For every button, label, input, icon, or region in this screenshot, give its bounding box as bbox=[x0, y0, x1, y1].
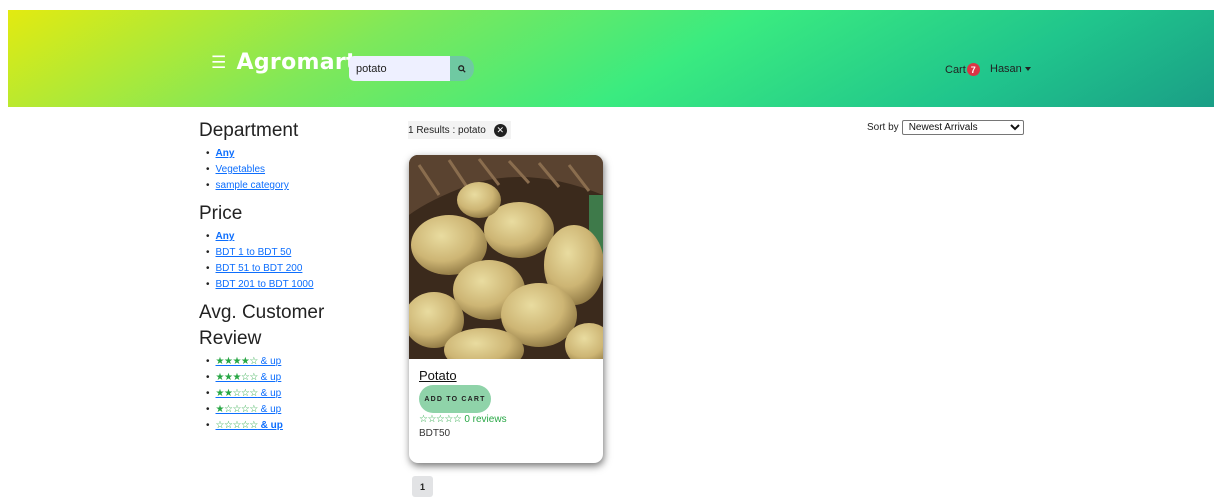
sort-control: Sort by Newest Arrivals bbox=[867, 120, 1024, 135]
star-rating-icon: ★★★☆☆ bbox=[215, 372, 259, 383]
search-input[interactable] bbox=[349, 56, 450, 81]
list-item: Any bbox=[206, 229, 389, 245]
clear-search-icon[interactable]: ✕ bbox=[493, 123, 507, 137]
list-item: sample category bbox=[206, 178, 389, 194]
rating-label: & up bbox=[257, 372, 282, 383]
price-heading: Price bbox=[199, 203, 243, 224]
list-item: Any bbox=[206, 146, 389, 162]
results-text: 1 Results : potato bbox=[408, 124, 486, 136]
department-sample-category-link[interactable]: sample category bbox=[216, 178, 289, 194]
user-name: Hasan bbox=[990, 63, 1022, 75]
caret-down-icon bbox=[1024, 67, 1031, 71]
rating-0-link[interactable]: ☆☆☆☆☆ & up bbox=[216, 418, 283, 434]
list-item: ★☆☆☆☆ & up bbox=[206, 402, 389, 418]
department-vegetables-link[interactable]: Vegetables bbox=[216, 162, 266, 178]
list-item: ★★☆☆☆ & up bbox=[206, 386, 389, 402]
star-rating-icon: ☆☆☆☆☆ bbox=[419, 414, 462, 425]
review-count: 0 reviews bbox=[464, 414, 507, 425]
search-button[interactable] bbox=[450, 56, 474, 81]
search-form bbox=[349, 56, 474, 81]
user-menu[interactable]: Hasan bbox=[990, 63, 1031, 75]
rating-4-link[interactable]: ★★★★☆ & up bbox=[216, 354, 282, 370]
filter-sidebar: Department Any Vegetables sample categor… bbox=[199, 118, 389, 441]
price-51-200-link[interactable]: BDT 51 to BDT 200 bbox=[216, 261, 303, 277]
star-rating-icon: ☆☆☆☆☆ bbox=[215, 420, 259, 431]
cart-count-badge: 7 bbox=[966, 63, 980, 76]
results-summary: 1 Results : potato ✕ bbox=[408, 121, 511, 139]
department-list: Any Vegetables sample category bbox=[206, 146, 389, 194]
list-item: Vegetables bbox=[206, 162, 389, 178]
star-rating-icon: ★★★★☆ bbox=[215, 356, 259, 367]
list-item: ★★★☆☆ & up bbox=[206, 370, 389, 386]
add-to-cart-button[interactable]: ADD TO CART bbox=[419, 385, 491, 413]
product-card-body: Potato ADD TO CART ☆☆☆☆☆ 0 reviews BDT50 bbox=[409, 359, 603, 448]
cart-label: Cart bbox=[945, 63, 966, 76]
hamburger-icon[interactable]: ☰ bbox=[211, 53, 227, 73]
product-title-link[interactable]: Potato bbox=[419, 368, 593, 383]
price-201-1000-link[interactable]: BDT 201 to BDT 1000 bbox=[216, 277, 314, 293]
rating-label: & up bbox=[257, 420, 283, 431]
rating-label: & up bbox=[257, 404, 282, 415]
list-item: ☆☆☆☆☆ & up bbox=[206, 418, 389, 434]
product-card[interactable]: Potato ADD TO CART ☆☆☆☆☆ 0 reviews BDT50 bbox=[409, 155, 603, 463]
list-item: BDT 201 to BDT 1000 bbox=[206, 277, 389, 293]
rating-2-link[interactable]: ★★☆☆☆ & up bbox=[216, 386, 282, 402]
product-price: BDT50 bbox=[419, 428, 451, 439]
rating-3-link[interactable]: ★★★☆☆ & up bbox=[216, 370, 282, 386]
brand-name[interactable]: Agromart bbox=[237, 50, 357, 75]
rating-label: & up bbox=[257, 356, 282, 367]
list-item: BDT 1 to BDT 50 bbox=[206, 245, 389, 261]
sort-select[interactable]: Newest Arrivals bbox=[901, 120, 1024, 135]
top-navbar: ☰ Agromart Cart 7 Hasan bbox=[8, 10, 1214, 107]
price-any-link[interactable]: Any bbox=[216, 229, 235, 245]
sort-label: Sort by bbox=[867, 122, 899, 133]
department-heading: Department bbox=[199, 120, 299, 141]
list-item: ★★★★☆ & up bbox=[206, 354, 389, 370]
review-heading: Avg. Customer Review bbox=[199, 302, 325, 349]
department-any-link[interactable]: Any bbox=[216, 146, 235, 162]
rating-label: & up bbox=[257, 388, 282, 399]
pagination-page-button[interactable]: 1 bbox=[412, 476, 433, 497]
cart-link[interactable]: Cart 7 bbox=[945, 63, 980, 76]
star-rating-icon: ★★☆☆☆ bbox=[215, 388, 259, 399]
review-list: ★★★★☆ & up ★★★☆☆ & up ★★☆☆☆ & up ★☆☆☆☆ &… bbox=[206, 354, 389, 434]
search-icon bbox=[458, 64, 466, 73]
star-rating-icon: ★☆☆☆☆ bbox=[215, 404, 259, 415]
price-1-50-link[interactable]: BDT 1 to BDT 50 bbox=[216, 245, 292, 261]
price-list: Any BDT 1 to BDT 50 BDT 51 to BDT 200 BD… bbox=[206, 229, 389, 293]
rating-1-link[interactable]: ★☆☆☆☆ & up bbox=[216, 402, 282, 418]
list-item: BDT 51 to BDT 200 bbox=[206, 261, 389, 277]
product-rating: ☆☆☆☆☆ 0 reviews bbox=[419, 414, 593, 425]
product-image[interactable] bbox=[409, 155, 603, 359]
brand[interactable]: ☰ Agromart bbox=[211, 50, 357, 75]
